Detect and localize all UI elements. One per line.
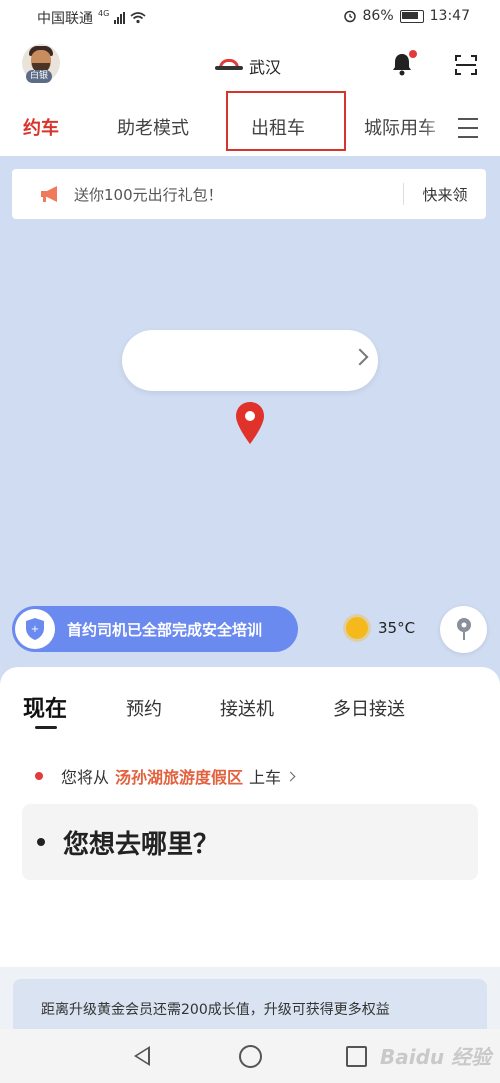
watermark: Baidu 经验: [380, 1045, 492, 1069]
home-icon[interactable]: [239, 1045, 262, 1068]
service-tab-multiday[interactable]: 多日接送: [333, 695, 405, 721]
pickup-prefix: 您将从: [61, 768, 110, 787]
service-tab-airport[interactable]: 接送机: [220, 695, 274, 721]
safety-banner[interactable]: + 首约司机已全部完成安全培训: [12, 606, 298, 652]
service-tab-now[interactable]: 现在: [23, 691, 67, 723]
temperature: 35°C: [378, 619, 416, 637]
chevron-right-icon: [285, 771, 296, 781]
city-label: 武汉: [249, 58, 282, 77]
tab-yueche[interactable]: 约车: [23, 114, 59, 140]
scan-icon[interactable]: [454, 54, 478, 76]
shield-icon: +: [26, 618, 44, 640]
network-type: 4G: [98, 8, 110, 18]
locate-button[interactable]: [440, 606, 487, 653]
pickup-line[interactable]: 您将从 汤孙湖旅游度假区 上车: [35, 764, 296, 788]
pickup-suffix: 上车: [249, 768, 282, 787]
menu-icon[interactable]: [458, 118, 478, 145]
promo-text: 送你100元出行礼包！: [74, 185, 223, 204]
battery-percent: 86%: [362, 8, 394, 24]
status-bar: 中国联通 4G 86% 13:47: [0, 0, 500, 34]
pickup-location-pill[interactable]: [122, 330, 378, 391]
taxi-tab-highlight: [226, 91, 346, 151]
map-pin-icon: [236, 402, 264, 444]
location-pin-icon: [457, 618, 471, 640]
sun-icon: [346, 617, 368, 639]
alarm-icon: [343, 10, 356, 23]
service-tab-reserve[interactable]: 预约: [126, 695, 162, 721]
signal-icon: [114, 12, 126, 24]
pickup-dot: [35, 772, 43, 780]
active-tab-indicator: [35, 726, 57, 729]
member-level-badge: 白银: [26, 70, 53, 83]
pickup-place: 汤孙湖旅游度假区: [115, 768, 244, 787]
promo-claim-button[interactable]: 快来领: [404, 184, 486, 205]
car-logo-icon: [215, 59, 243, 73]
clock: 13:47: [429, 8, 470, 24]
destination-input[interactable]: 您想去哪里？: [22, 804, 478, 880]
carrier-label: 中国联通: [37, 11, 93, 27]
chevron-right-icon: [351, 348, 369, 366]
booking-card: 现在 预约 接送机 多日接送 您将从 汤孙湖旅游度假区 上车 您想去哪里？: [0, 667, 500, 967]
notification-dot: [409, 50, 417, 58]
destination-dot: [37, 838, 45, 846]
recent-apps-icon[interactable]: [346, 1046, 367, 1067]
battery-icon: [399, 9, 424, 23]
system-nav-bar: Baidu 经验: [0, 1029, 500, 1083]
svg-text:+: +: [31, 624, 39, 635]
wifi-icon: [130, 12, 146, 24]
city-selector[interactable]: 武汉: [215, 54, 281, 78]
weather-widget: 35°C: [346, 617, 415, 639]
member-upgrade-text: 距离升级黄金会员还需200成长值，升级可获得更多权益: [41, 1002, 390, 1018]
tab-elderly-mode[interactable]: 助老模式: [117, 114, 189, 140]
destination-placeholder: 您想去哪里？: [63, 829, 220, 860]
megaphone-icon: [41, 186, 57, 202]
safety-text: 首约司机已全部完成安全培训: [67, 620, 263, 639]
promo-banner[interactable]: 送你100元出行礼包！ 快来领: [12, 169, 486, 219]
